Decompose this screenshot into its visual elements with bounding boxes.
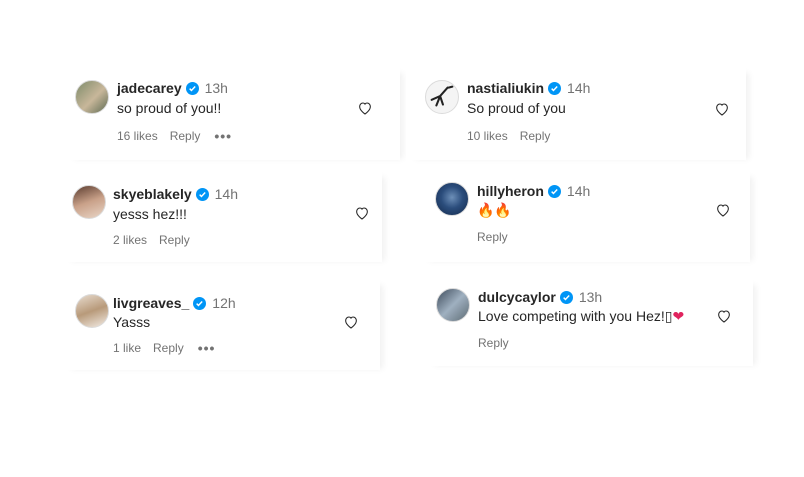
avatar[interactable] xyxy=(75,294,109,328)
comment-card xyxy=(62,280,380,370)
reply-button[interactable]: Reply xyxy=(170,129,201,143)
verified-badge-icon xyxy=(193,296,207,310)
reply-button[interactable]: Reply xyxy=(153,341,184,355)
verified-badge-icon xyxy=(548,81,562,95)
red-heart-emoji: ❤ xyxy=(672,308,685,324)
comment-text: so proud of you!! xyxy=(117,100,222,116)
username[interactable]: dulcycaylor xyxy=(478,289,556,305)
timestamp[interactable]: 13h xyxy=(205,80,228,96)
timestamp[interactable]: 14h xyxy=(215,186,238,202)
timestamp[interactable]: 14h xyxy=(567,80,590,96)
reply-button[interactable]: Reply xyxy=(478,336,509,350)
username[interactable]: hillyheron xyxy=(477,183,544,199)
avatar[interactable] xyxy=(425,80,459,114)
heart-outline-icon[interactable] xyxy=(715,202,731,218)
reply-button[interactable]: Reply xyxy=(520,129,551,143)
timestamp[interactable]: 14h xyxy=(567,183,590,199)
likes-count[interactable]: 10 likes xyxy=(467,129,508,143)
heart-outline-icon[interactable] xyxy=(716,308,732,324)
timestamp[interactable]: 13h xyxy=(579,289,602,305)
username[interactable]: skyeblakely xyxy=(113,186,192,202)
heart-outline-icon[interactable] xyxy=(354,205,370,221)
username[interactable]: livgreaves_ xyxy=(113,295,189,311)
timestamp[interactable]: 12h xyxy=(212,295,235,311)
reply-button[interactable]: Reply xyxy=(159,233,190,247)
likes-count[interactable]: 16 likes xyxy=(117,129,158,143)
username[interactable]: jadecarey xyxy=(117,80,182,96)
heart-outline-icon[interactable] xyxy=(714,101,730,117)
heart-outline-icon[interactable] xyxy=(343,314,359,330)
username[interactable]: nastialiukin xyxy=(467,80,544,96)
avatar[interactable] xyxy=(435,182,469,216)
comment-text: Yasss xyxy=(113,314,151,330)
avatar[interactable] xyxy=(436,288,470,322)
heart-outline-icon[interactable] xyxy=(357,100,373,116)
avatar[interactable] xyxy=(72,185,106,219)
verified-badge-icon xyxy=(559,290,573,304)
verified-badge-icon xyxy=(547,184,561,198)
reply-button[interactable]: Reply xyxy=(477,230,508,244)
more-options-icon[interactable]: ••• xyxy=(214,128,232,144)
verified-badge-icon xyxy=(195,187,209,201)
comment-text: So proud of you xyxy=(467,100,566,116)
more-options-icon[interactable]: ••• xyxy=(198,340,216,356)
likes-count[interactable]: 1 like xyxy=(113,341,141,355)
gymnast-silhouette-icon xyxy=(430,85,454,107)
verified-badge-icon xyxy=(185,81,199,95)
comment-text-body: Love competing with you Hez!▯ xyxy=(478,308,673,324)
comment-text: Love competing with you Hez!▯❤ xyxy=(478,308,684,325)
comment-text: yesss hez!!! xyxy=(113,206,187,222)
likes-count[interactable]: 2 likes xyxy=(113,233,147,247)
avatar[interactable] xyxy=(75,80,109,114)
comment-text: 🔥🔥 xyxy=(477,202,512,218)
comment-card xyxy=(65,68,400,160)
